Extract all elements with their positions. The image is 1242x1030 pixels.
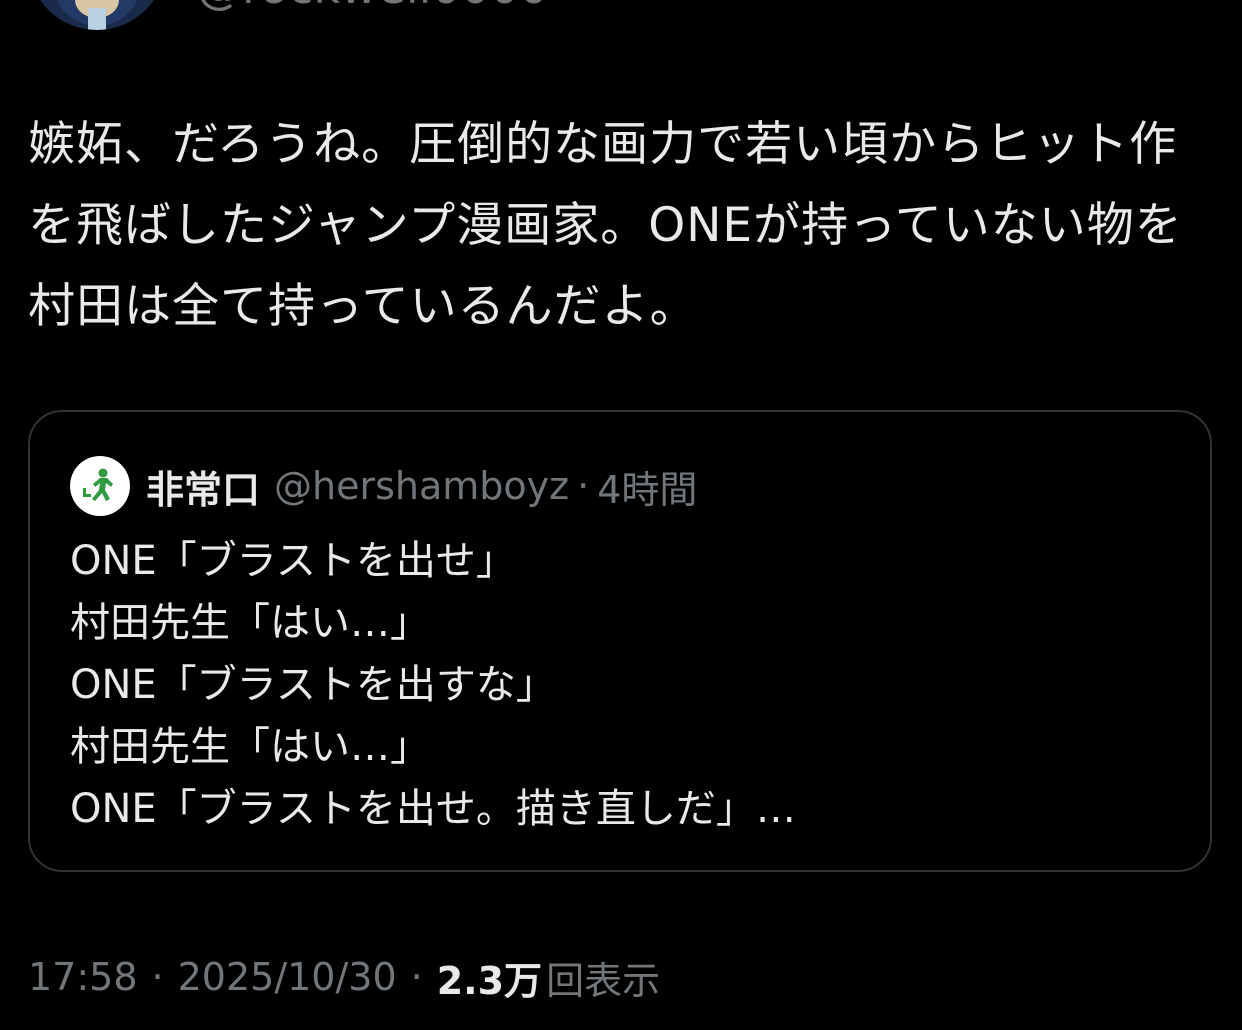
running-person-exit-icon	[83, 468, 113, 501]
meta-separator: ·	[410, 955, 423, 999]
quoted-tweet-time[interactable]: 4時間	[597, 459, 697, 514]
quoted-tweet-header: 非常口 @hershamboyz · 4時間	[70, 456, 697, 516]
quoted-author-handle[interactable]: @hershamboyz	[274, 464, 569, 508]
header-separator: ·	[577, 464, 590, 508]
tweet-text: 嫉妬、だろうね。圧倒的な画力で若い頃からヒット作を飛ばしたジャンプ漫画家。ONE…	[28, 117, 1183, 334]
tweet-metadata: 17:58 · 2025/10/30 · 2.3万 回表示	[28, 950, 660, 1004]
author-avatar[interactable]	[28, 0, 166, 30]
views-label: 回表示	[546, 958, 661, 1003]
quoted-author-name[interactable]: 非常口	[146, 459, 260, 514]
quoted-tweet-card[interactable]: 非常口 @hershamboyz · 4時間 ONE「ブラストを出せ」 村田先生…	[28, 410, 1212, 872]
meta-separator: ·	[151, 955, 164, 999]
tweet-date[interactable]: 2025/10/30	[178, 955, 397, 999]
quoted-tweet-text: ONE「ブラストを出せ」 村田先生「はい…」 ONE「ブラストを出すな」 村田先…	[70, 538, 796, 832]
tweet-time[interactable]: 17:58	[28, 955, 138, 999]
views-count[interactable]: 2.3万	[437, 950, 542, 1005]
quoted-author-avatar[interactable]	[70, 456, 130, 516]
author-handle[interactable]: @rockwell0000	[196, 0, 549, 12]
